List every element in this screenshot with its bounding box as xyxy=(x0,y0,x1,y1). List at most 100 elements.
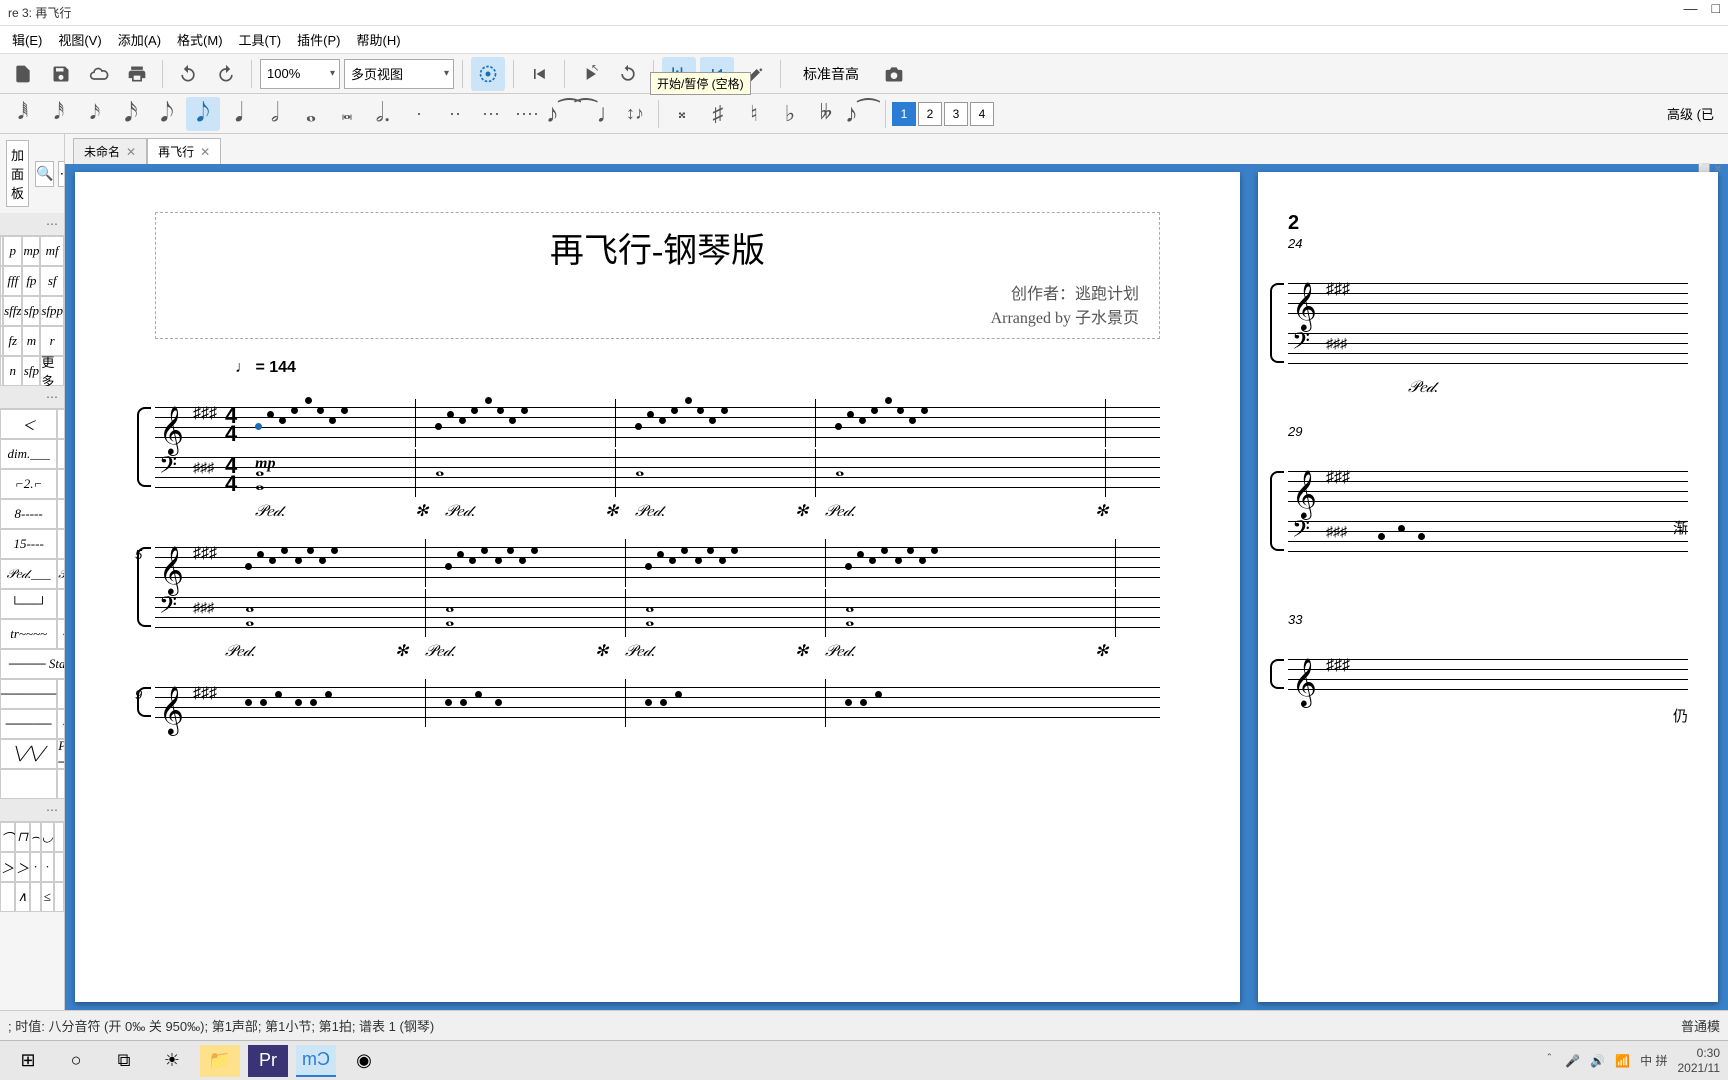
line-volta2[interactable]: ⌐2.⌐ xyxy=(0,469,57,499)
voice-2[interactable]: 2 xyxy=(918,102,942,126)
tray-time[interactable]: 0:30 xyxy=(1678,1046,1721,1060)
start-icon[interactable]: ⊞ xyxy=(8,1045,48,1077)
tray-date[interactable]: 2021/11 xyxy=(1678,1061,1721,1075)
flip-button[interactable]: ↕♪ xyxy=(618,97,652,131)
dyn-sfp[interactable]: sfp xyxy=(22,296,40,326)
music-system-p2-1[interactable]: 𝄞♯♯♯ 𝄢♯♯♯ 𝒫𝑒𝒹. xyxy=(1288,283,1688,373)
loop-button[interactable] xyxy=(611,57,645,91)
line-15ma[interactable]: 15---- xyxy=(0,529,57,559)
music-system-2[interactable]: 𝄞♯♯♯ 𝄢♯♯♯ xyxy=(155,547,1160,637)
line-dim-text[interactable]: dim.___ xyxy=(0,439,57,469)
dyn-mf[interactable]: mf xyxy=(40,236,64,266)
artic-downbow[interactable]: ⊓ xyxy=(15,822,30,852)
artic-cell[interactable] xyxy=(54,852,64,882)
line-bracket1[interactable]: └──┘ xyxy=(0,589,57,619)
line-pm[interactable]: P.M. ─┤ xyxy=(57,739,65,769)
note-half[interactable]: 𝅗𝅥 xyxy=(258,97,292,131)
line-ped1[interactable]: 𝒫𝑒𝒹.___ xyxy=(0,559,57,589)
music-system-3[interactable]: 𝄞♯♯♯ xyxy=(155,687,1160,727)
viewmode-combo[interactable]: 多页视图 xyxy=(344,59,454,89)
palette-search[interactable]: 🔍 xyxy=(35,161,54,187)
music-system-1[interactable]: 𝄞♯♯♯44 mp 𝄢♯♯♯44 xyxy=(155,407,1160,497)
artic-breath[interactable]: ⌢ xyxy=(30,822,41,852)
line-22ma[interactable]: 22---- xyxy=(57,529,65,559)
note-16th-2[interactable]: 𝅘𝅥𝅯 xyxy=(114,97,148,131)
explorer-icon[interactable]: 📁 xyxy=(200,1045,240,1077)
menu-format[interactable]: 格式(M) xyxy=(169,26,231,53)
artic-staccato[interactable]: · xyxy=(30,852,41,882)
dyn-more[interactable]: 更多 xyxy=(40,356,64,386)
dynamics-header[interactable]: ⋯ xyxy=(0,213,64,236)
menu-help[interactable]: 帮助(H) xyxy=(348,26,408,53)
new-button[interactable] xyxy=(6,57,40,91)
note-quarter[interactable]: 𝅘𝅥 xyxy=(222,97,256,131)
camera-button[interactable] xyxy=(877,57,911,91)
artic-turn[interactable]: ◡ xyxy=(41,822,54,852)
dot-button[interactable]: · xyxy=(402,97,436,131)
artic-accent[interactable]: ＞ xyxy=(0,852,15,882)
line-empty[interactable] xyxy=(0,769,57,799)
dyn-sffz[interactable]: sffz xyxy=(3,296,22,326)
dyn-sfpp[interactable]: sfpp xyxy=(40,296,64,326)
taskview-icon[interactable]: ⧉ xyxy=(104,1045,144,1077)
flat-button[interactable]: ♭ xyxy=(773,97,807,131)
tray-wifi-icon[interactable]: 📶 xyxy=(1615,1054,1630,1068)
double-flat-button[interactable]: 𝄫 xyxy=(809,97,843,131)
line-volta3[interactable]: ⌐3.⌐ xyxy=(57,469,65,499)
line-mf-cresc[interactable]: mf ＜ xyxy=(57,439,65,469)
note-breve[interactable]: 𝅜 xyxy=(330,97,364,131)
music-system-p2-2[interactable]: 𝄞♯♯♯ 渐 𝄢♯♯♯ xyxy=(1288,471,1688,561)
artic-staccato2[interactable]: · xyxy=(41,852,54,882)
line-cresc[interactable]: ＜ xyxy=(0,409,57,439)
menu-plugins[interactable]: 插件(P) xyxy=(289,26,348,53)
triple-dot-button[interactable]: ··· xyxy=(474,97,508,131)
line-8vb[interactable]: 8----- xyxy=(57,499,65,529)
dyn-n[interactable]: n xyxy=(3,356,22,386)
artic-cell[interactable] xyxy=(0,882,15,912)
line-solid[interactable]: ────── xyxy=(0,679,57,709)
line-8va[interactable]: 8----- xyxy=(0,499,57,529)
score-page-1[interactable]: 再飞行-钢琴版 创作者：逃跑计划 Arranged by 子水景页 ♩ = 14… xyxy=(75,172,1240,1002)
artic-cell[interactable] xyxy=(54,822,64,852)
line-wavy2[interactable]: ~~~~~ xyxy=(57,709,65,739)
weather-icon[interactable]: ☀ xyxy=(152,1045,192,1077)
line-more[interactable]: 更多 xyxy=(57,769,65,799)
dyn-m[interactable]: m xyxy=(22,326,40,356)
menu-edit[interactable]: 辑(E) xyxy=(4,26,50,53)
close-icon[interactable]: ✕ xyxy=(126,145,136,159)
tempo-mark[interactable]: ♩ = 144 xyxy=(235,359,1160,377)
tab-zaifeixing[interactable]: 再飞行✕ xyxy=(147,138,221,164)
artic-cell[interactable] xyxy=(30,882,41,912)
musescore-icon[interactable]: mƆ xyxy=(296,1045,336,1077)
note-8th[interactable]: 𝅘𝅥𝅮 xyxy=(186,97,220,131)
note-16th[interactable]: 𝅘𝅥𝅯 xyxy=(78,97,112,131)
lyric-33[interactable]: 仍 xyxy=(1673,705,1688,726)
obs-icon[interactable]: ◉ xyxy=(344,1045,384,1077)
save-button[interactable] xyxy=(44,57,78,91)
undo-button[interactable] xyxy=(171,57,205,91)
menu-add[interactable]: 添加(A) xyxy=(110,26,169,53)
grace-button[interactable]: ♪⁀ xyxy=(845,97,879,131)
score-page-2[interactable]: 2 24 𝄞♯♯♯ 𝄢♯♯♯ 𝒫𝑒𝒹. 29 𝄞♯♯♯ 渐 𝄢♯♯♯ xyxy=(1258,172,1718,1002)
tab-untitled[interactable]: 未命名✕ xyxy=(73,138,147,164)
play-button[interactable]: ↖ xyxy=(573,57,607,91)
score-canvas[interactable]: 再飞行-钢琴版 创作者：逃跑计划 Arranged by 子水景页 ♩ = 14… xyxy=(65,164,1728,1010)
quad-dot-button[interactable]: ···· xyxy=(510,97,544,131)
sharp-button[interactable]: ♯ xyxy=(701,97,735,131)
artic-fermata[interactable]: ⌒ xyxy=(0,822,15,852)
double-sharp-button[interactable]: 𝄪 xyxy=(665,97,699,131)
dyn-fz[interactable]: fz xyxy=(3,326,22,356)
voice-4[interactable]: 4 xyxy=(970,102,994,126)
score-title[interactable]: 再飞行-钢琴版 xyxy=(176,223,1139,272)
line-solid2[interactable]: ───── xyxy=(0,709,57,739)
slur-button[interactable]: ⁀♩ xyxy=(582,97,616,131)
voice-3[interactable]: 3 xyxy=(944,102,968,126)
natural-button[interactable]: ♮ xyxy=(737,97,771,131)
dyn-sfp2[interactable]: sfp xyxy=(22,356,40,386)
note-dotted-half[interactable]: 𝅗𝅥. xyxy=(366,97,400,131)
score-arranger[interactable]: Arranged by 子水景页 xyxy=(176,304,1139,328)
line-wavy[interactable]: ~~~~~ xyxy=(57,619,65,649)
voice-1[interactable]: 1 xyxy=(892,102,916,126)
minimize-button[interactable]: — xyxy=(1684,0,1698,16)
note-whole[interactable]: 𝅝 xyxy=(294,97,328,131)
